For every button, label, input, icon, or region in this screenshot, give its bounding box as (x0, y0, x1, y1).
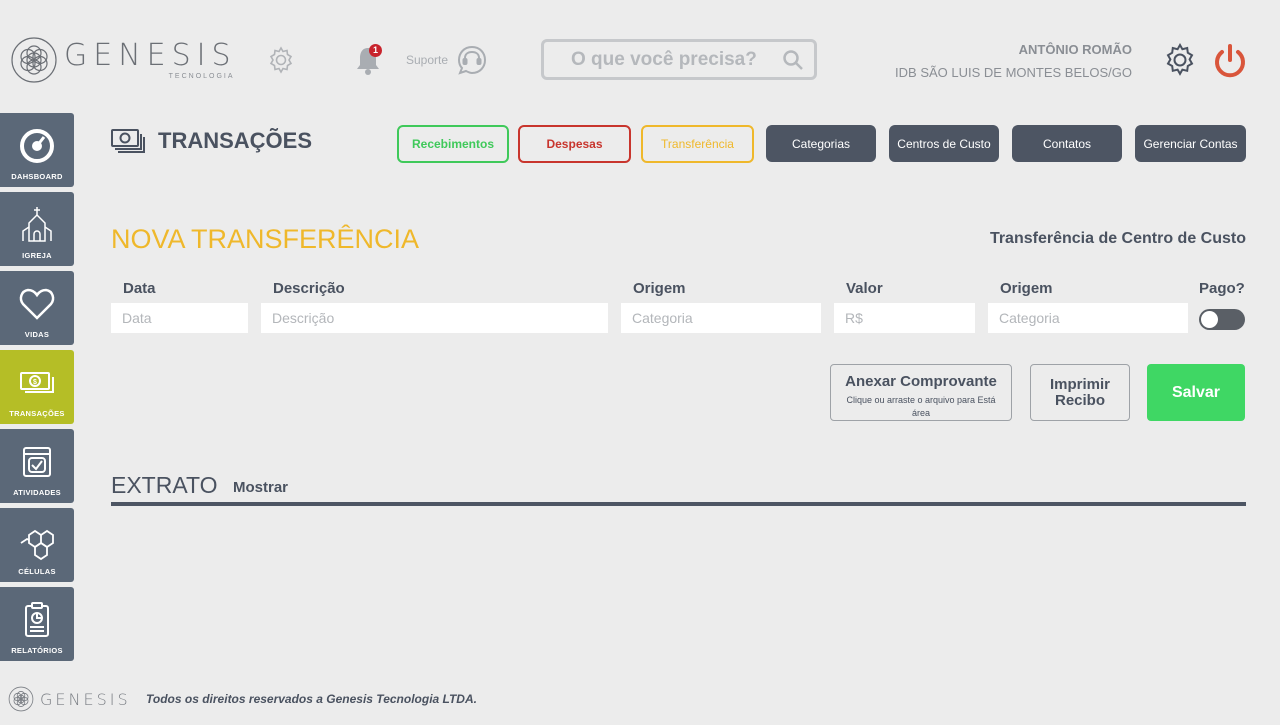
user-info: ANTÔNIO ROMÃO IDB SÃO LUIS DE MONTES BEL… (895, 42, 1132, 80)
form-title: NOVA TRANSFERÊNCIA (111, 224, 420, 254)
flower-of-life-icon (11, 37, 57, 83)
sidebar-item-relatorios[interactable]: RELATÓRIOS (0, 587, 74, 661)
save-button[interactable]: Salvar (1147, 364, 1245, 421)
support-button[interactable]: Suporte (406, 44, 488, 76)
value-field[interactable] (834, 303, 975, 333)
tab-recebimentos[interactable]: Recebimentos (397, 125, 509, 163)
sidebar: DAHSBOARD IGREJA VIDAS $ TRANSAÇÕES ATIV… (0, 113, 74, 666)
flower-of-life-icon (8, 686, 34, 712)
attach-receipt-button[interactable]: Anexar Comprovante Clique ou arraste o a… (830, 364, 1012, 421)
page-title: TRANSAÇÕES (110, 128, 312, 154)
church-icon (22, 207, 52, 242)
power-icon[interactable] (1212, 42, 1248, 80)
sidebar-item-label: DAHSBOARD (11, 172, 63, 181)
search-input[interactable]: O que você precisa? (571, 49, 782, 71)
label-data: Data (123, 280, 156, 297)
dashboard-icon (20, 129, 54, 163)
report-icon (25, 602, 49, 637)
brand-logo[interactable]: GENESIS TECNOLOGIA (10, 36, 237, 84)
paid-toggle[interactable] (1199, 309, 1245, 330)
label-pago: Pago? (1199, 280, 1245, 297)
label-descricao: Descrição (273, 280, 345, 297)
origin-category-field[interactable] (621, 303, 821, 333)
sidebar-item-celulas[interactable]: CÉLULAS (0, 508, 74, 582)
sidebar-item-dashboard[interactable]: DAHSBOARD (0, 113, 74, 187)
show-statement-link[interactable]: Mostrar (233, 479, 288, 496)
sidebar-item-label: RELATÓRIOS (11, 646, 63, 655)
svg-text:$: $ (33, 379, 37, 386)
headset-icon (458, 45, 487, 75)
label-origem: Origem (633, 280, 686, 297)
sidebar-item-label: ATIVIDADES (13, 488, 61, 497)
sidebar-item-transacoes[interactable]: $ TRANSAÇÕES (0, 350, 74, 424)
notification-badge: 1 (369, 44, 382, 57)
divider (111, 502, 1246, 506)
heart-icon (19, 288, 55, 320)
money-icon (111, 129, 145, 153)
date-field[interactable] (111, 303, 248, 333)
statement-title: EXTRATO (111, 472, 218, 498)
gerenciar-contas-button[interactable]: Gerenciar Contas (1135, 125, 1246, 162)
hexagons-icon (20, 529, 54, 561)
sidebar-item-label: VIDAS (24, 330, 50, 339)
contatos-button[interactable]: Contatos (1012, 125, 1122, 162)
copyright-text: Todos os direitos reservados a Genesis T… (146, 692, 477, 706)
search-box[interactable]: O que você precisa? (541, 39, 817, 80)
sidebar-item-label: CÉLULAS (18, 567, 56, 576)
attach-title: Anexar Comprovante (845, 373, 997, 390)
tab-despesas[interactable]: Despesas (518, 125, 631, 163)
user-name: ANTÔNIO ROMÃO (1018, 42, 1132, 57)
sidebar-item-igreja[interactable]: IGREJA (0, 192, 74, 266)
support-label: Suporte (406, 53, 449, 67)
sidebar-item-label: IGREJA (22, 251, 52, 260)
search-icon[interactable] (782, 49, 804, 71)
brand-sub: TECNOLOGIA (168, 72, 235, 80)
label-destino: Origem (1000, 280, 1053, 297)
toggle-knob (1201, 311, 1218, 328)
brand-name: GENESIS (64, 37, 237, 73)
tab-transferencia[interactable]: Transferência (641, 125, 754, 163)
label-valor: Valor (846, 280, 883, 297)
sidebar-item-vidas[interactable]: VIDAS (0, 271, 74, 345)
categorias-button[interactable]: Categorias (766, 125, 876, 162)
destination-category-field[interactable] (988, 303, 1188, 333)
sidebar-item-atividades[interactable]: ATIVIDADES (0, 429, 74, 503)
sidebar-item-label: TRANSAÇÕES (9, 409, 65, 418)
footer-brand: GENESIS (40, 689, 131, 709)
page-title-text: TRANSAÇÕES (158, 128, 313, 153)
centros-de-custo-button[interactable]: Centros de Custo (889, 125, 999, 162)
print-receipt-button[interactable]: Imprimir Recibo (1030, 364, 1130, 421)
footer-logo: GENESIS (8, 686, 131, 712)
user-org: IDB SÃO LUIS DE MONTES BELOS/GO (895, 65, 1132, 80)
attach-hint: Clique ou arraste o arquivo para Está ár… (846, 395, 996, 418)
settings-icon[interactable] (1162, 42, 1198, 78)
description-field[interactable] (261, 303, 608, 333)
money-icon: $ (20, 372, 54, 393)
cost-center-transfer-link[interactable]: Transferência de Centro de Custo (990, 230, 1246, 248)
gear-icon[interactable] (266, 45, 296, 75)
calendar-check-icon (23, 447, 51, 477)
